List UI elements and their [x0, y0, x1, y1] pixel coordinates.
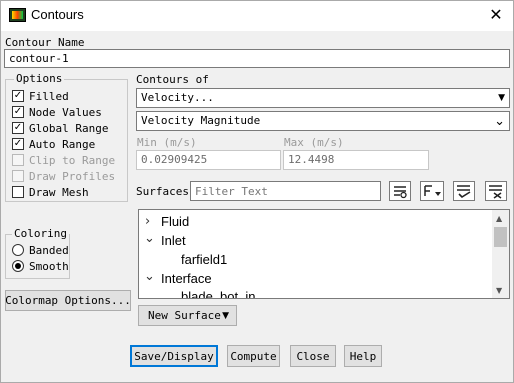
- select-all-icon[interactable]: [389, 181, 411, 201]
- scroll-down-icon[interactable]: ▼: [496, 286, 502, 295]
- dropdown-arrow-icon: ▼: [222, 310, 229, 321]
- new-surface-label: New Surface: [148, 309, 221, 322]
- dropdown-arrow-icon: ▼: [498, 93, 505, 103]
- check-icon: ✓: [13, 90, 23, 101]
- node-values-checkbox[interactable]: ✓: [12, 106, 24, 118]
- smooth-radio[interactable]: [12, 260, 24, 272]
- contour-name-label: Contour Name: [5, 36, 85, 49]
- draw-mesh-checkbox[interactable]: [12, 186, 24, 198]
- tree-item-blade-bot-in[interactable]: blade_bot_in: [181, 289, 255, 298]
- contours-quantity-dropdown[interactable]: Velocity Magnitude ⌄: [136, 111, 510, 131]
- close-icon[interactable]: ✕: [482, 3, 510, 27]
- tree-expand-icon[interactable]: ›: [145, 214, 150, 229]
- tree-item-interface[interactable]: Interface: [161, 271, 212, 286]
- close-button[interactable]: Close: [290, 345, 336, 367]
- max-value-field: 12.4498: [283, 150, 429, 170]
- clip-to-range-checkbox: [12, 154, 24, 166]
- quantity-value: Velocity Magnitude: [141, 114, 261, 127]
- clip-to-range-label: Clip to Range: [29, 154, 116, 167]
- window-title: Contours: [31, 7, 84, 22]
- save-display-button[interactable]: Save/Display: [130, 345, 218, 367]
- min-label: Min (m/s): [137, 136, 197, 149]
- tree-item-farfield1[interactable]: farfield1: [181, 252, 227, 267]
- category-value: Velocity...: [141, 91, 214, 104]
- filter-type-icon[interactable]: [420, 181, 444, 201]
- check-selected-icon[interactable]: [453, 181, 475, 201]
- check-icon: ✓: [13, 106, 23, 117]
- check-icon: ✓: [13, 138, 23, 149]
- node-values-label: Node Values: [29, 106, 102, 119]
- surfaces-filter-input[interactable]: [190, 181, 381, 201]
- draw-profiles-checkbox: [12, 170, 24, 182]
- filled-checkbox[interactable]: ✓: [12, 90, 24, 102]
- options-title: Options: [14, 72, 65, 85]
- auto-range-checkbox[interactable]: ✓: [12, 138, 24, 150]
- tree-item-inlet[interactable]: Inlet: [161, 233, 186, 248]
- banded-label: Banded: [29, 244, 69, 257]
- global-range-label: Global Range: [29, 122, 109, 135]
- filled-label: Filled: [29, 90, 69, 103]
- surfaces-label: Surfaces: [136, 185, 189, 198]
- global-range-checkbox[interactable]: ✓: [12, 122, 24, 134]
- max-label: Max (m/s): [284, 136, 344, 149]
- list-scrollbar[interactable]: ▲ ▼: [492, 210, 509, 298]
- tree-collapse-icon[interactable]: ⌄: [144, 269, 155, 284]
- check-icon: ✓: [13, 122, 23, 133]
- chevron-down-icon: ⌄: [494, 113, 505, 129]
- tree-item-fluid[interactable]: Fluid: [161, 214, 189, 229]
- min-value-field: 0.02909425: [136, 150, 281, 170]
- compute-button[interactable]: Compute: [227, 345, 280, 367]
- coloring-title: Coloring: [12, 227, 69, 240]
- smooth-label: Smooth: [29, 260, 69, 273]
- help-button[interactable]: Help: [344, 345, 382, 367]
- scroll-up-icon[interactable]: ▲: [496, 214, 502, 223]
- draw-profiles-label: Draw Profiles: [29, 170, 116, 183]
- contours-of-label: Contours of: [136, 73, 209, 86]
- contours-category-dropdown[interactable]: Velocity... ▼: [136, 88, 510, 108]
- deselect-all-icon[interactable]: [485, 181, 507, 201]
- banded-radio[interactable]: [12, 244, 24, 256]
- contour-name-input[interactable]: contour-1: [4, 49, 510, 68]
- scrollbar-thumb[interactable]: [494, 227, 507, 247]
- colormap-options-button[interactable]: Colormap Options...: [5, 290, 131, 311]
- surfaces-list[interactable]: › Fluid ⌄ Inlet farfield1 ⌄ Interface bl…: [138, 209, 510, 299]
- app-icon: [9, 8, 26, 22]
- new-surface-button[interactable]: New Surface ▼: [138, 305, 237, 326]
- draw-mesh-label: Draw Mesh: [29, 186, 89, 199]
- auto-range-label: Auto Range: [29, 138, 96, 151]
- tree-collapse-icon[interactable]: ⌄: [144, 231, 155, 246]
